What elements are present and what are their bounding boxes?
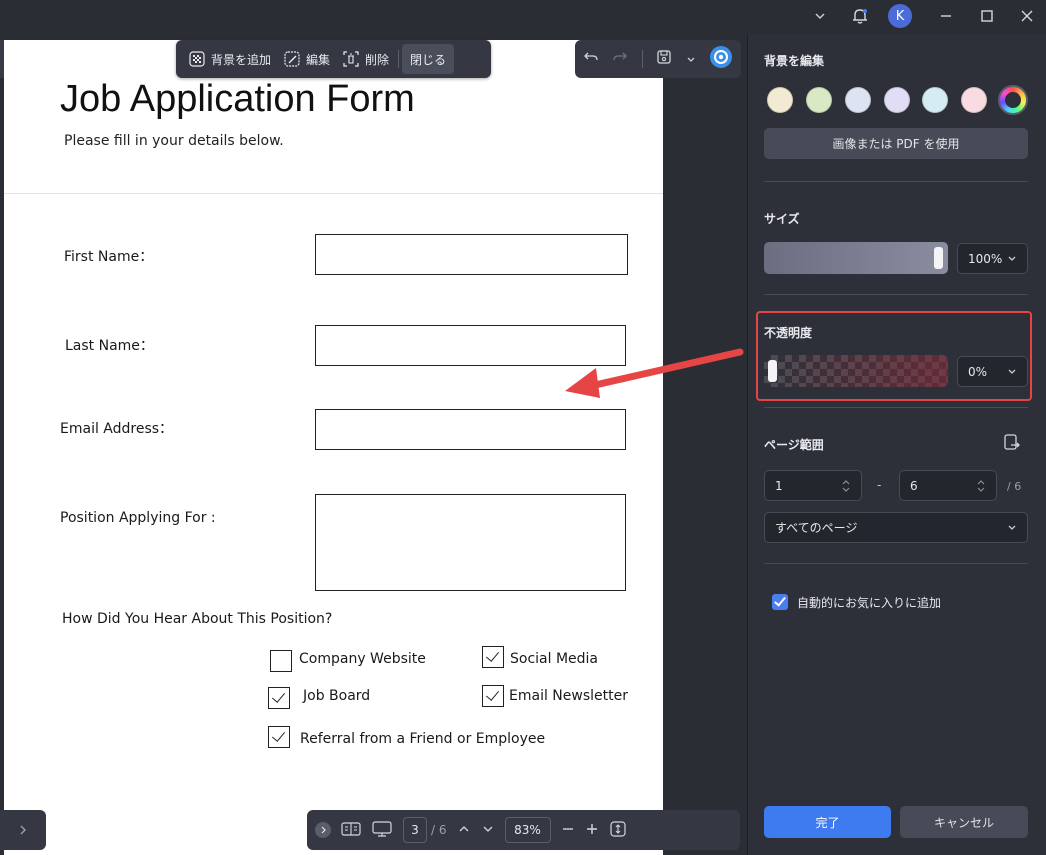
color-swatch[interactable]	[767, 87, 793, 113]
toolbar-divider	[641, 50, 643, 68]
checkbox-email-newsletter[interactable]	[482, 685, 504, 707]
collapse-icon[interactable]	[315, 822, 331, 838]
done-button[interactable]: 完了	[764, 806, 891, 838]
size-slider[interactable]	[764, 242, 948, 274]
presentation-icon[interactable]	[371, 820, 393, 841]
edit-background-panel: 背景を編集 画像または PDF を使用 サイズ 100% 不透明度 0% ページ…	[747, 34, 1046, 855]
pages-select[interactable]: すべてのページ	[764, 512, 1028, 543]
panel-divider	[764, 181, 1028, 182]
document-subtitle: Please fill in your details below.	[64, 133, 284, 149]
chevron-down-icon[interactable]	[808, 4, 832, 28]
trash-icon	[342, 50, 360, 68]
notification-bell-icon[interactable]	[848, 4, 872, 28]
chevron-down-icon[interactable]	[686, 50, 696, 69]
minimize-icon[interactable]	[934, 4, 958, 28]
panel-title: 背景を編集	[764, 54, 825, 68]
chevron-down-icon	[1008, 256, 1016, 261]
range-total: / 6	[1007, 480, 1022, 493]
color-swatch[interactable]	[884, 87, 910, 113]
use-image-pdf-button[interactable]: 画像または PDF を使用	[764, 128, 1028, 159]
zoom-out-icon[interactable]	[561, 822, 575, 839]
close-window-icon[interactable]	[1015, 4, 1039, 28]
range-dash: -	[877, 478, 882, 492]
range-to-input[interactable]: 6	[899, 470, 997, 501]
color-swatch[interactable]	[922, 87, 948, 113]
panel-divider	[764, 407, 1028, 408]
first-name-label: First Name：	[64, 249, 154, 265]
color-swatch[interactable]	[961, 87, 987, 113]
page-range-settings-icon[interactable]	[1002, 433, 1022, 457]
expand-panel-button[interactable]	[0, 810, 46, 850]
checkbox-job-board[interactable]	[268, 687, 290, 709]
chevron-down-icon	[1008, 525, 1016, 530]
document-divider	[4, 193, 663, 194]
previous-page-icon[interactable]	[457, 822, 471, 839]
range-from-input[interactable]: 1	[764, 470, 862, 501]
checkbox-referral[interactable]	[268, 726, 290, 748]
zoom-in-icon[interactable]	[585, 822, 599, 839]
option-label: Referral from a Friend or Employee	[300, 731, 546, 747]
size-slider-thumb[interactable]	[934, 247, 943, 269]
document-page: Job Application Form Please fill in your…	[4, 40, 663, 855]
chevron-right-icon	[20, 825, 26, 835]
document-title: Job Application Form	[60, 78, 415, 120]
user-avatar[interactable]: K	[888, 4, 912, 28]
position-label: Position Applying For :	[60, 510, 216, 526]
panel-divider	[764, 563, 1028, 564]
position-field[interactable]	[315, 494, 626, 591]
color-swatch[interactable]	[845, 87, 871, 113]
history-toolbar	[575, 40, 741, 78]
toolbar-divider	[398, 50, 400, 68]
add-background-button[interactable]: 背景を追加	[182, 44, 277, 74]
option-label: Email Newsletter	[509, 688, 628, 704]
undo-icon[interactable]	[583, 49, 599, 69]
close-button[interactable]: 閉じる	[402, 44, 455, 74]
size-label: サイズ	[764, 212, 800, 226]
color-swatch[interactable]	[806, 87, 832, 113]
email-label: Email Address：	[60, 421, 174, 437]
source-question: How Did You Hear About This Position?	[62, 611, 333, 627]
current-page-input[interactable]: 3	[403, 817, 427, 843]
panel-divider	[764, 294, 1028, 295]
total-pages: / 6	[431, 823, 447, 837]
delete-button[interactable]: 削除	[336, 44, 395, 74]
next-page-icon[interactable]	[481, 822, 495, 839]
last-name-label: Last Name：	[65, 338, 154, 354]
checker-icon	[188, 50, 206, 68]
page-navigation-bar: 3 / 6 83%	[307, 810, 740, 850]
stepper-icon[interactable]	[976, 479, 986, 493]
title-bar: K	[0, 0, 1046, 32]
option-label: Company Website	[299, 651, 426, 667]
checkbox-social-media[interactable]	[482, 646, 504, 668]
color-picker-icon[interactable]	[998, 85, 1028, 115]
edit-pattern-icon	[283, 50, 301, 68]
option-label: Social Media	[510, 651, 599, 667]
stepper-icon[interactable]	[841, 479, 851, 493]
page-range-label: ページ範囲	[764, 438, 824, 452]
annotation-arrow	[565, 348, 744, 398]
option-label: Job Board	[303, 688, 371, 704]
save-icon[interactable]	[656, 49, 672, 69]
cancel-button[interactable]: キャンセル	[900, 806, 1028, 838]
checkbox-company-website[interactable]	[270, 650, 292, 672]
auto-favorite-label: 自動的にお気に入りに追加	[797, 596, 942, 610]
edit-button[interactable]: 編集	[277, 44, 336, 74]
app-window: K Job Application Form Please fill in yo…	[0, 0, 1046, 855]
reading-mode-icon[interactable]	[341, 821, 361, 840]
background-toolbar: 背景を追加 編集 削除 閉じる	[176, 40, 491, 78]
opacity-highlight	[756, 311, 1032, 401]
auto-favorite-checkbox[interactable]	[772, 594, 788, 610]
redo-icon[interactable]	[612, 49, 628, 69]
size-select[interactable]: 100%	[957, 243, 1028, 274]
email-field[interactable]	[315, 409, 626, 450]
maximize-icon[interactable]	[975, 4, 999, 28]
fit-page-icon[interactable]	[609, 820, 627, 841]
ai-assistant-icon[interactable]	[709, 45, 733, 73]
zoom-level[interactable]: 83%	[504, 817, 551, 843]
first-name-field[interactable]	[315, 234, 628, 275]
